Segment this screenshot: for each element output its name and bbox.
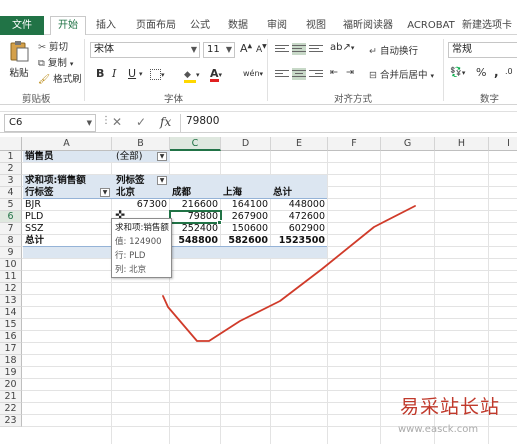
checkmark-annotation-icon bbox=[162, 205, 416, 342]
watermark-url: www.easck.com bbox=[398, 424, 479, 435]
watermark-logo: 易采站长站 bbox=[400, 396, 501, 418]
